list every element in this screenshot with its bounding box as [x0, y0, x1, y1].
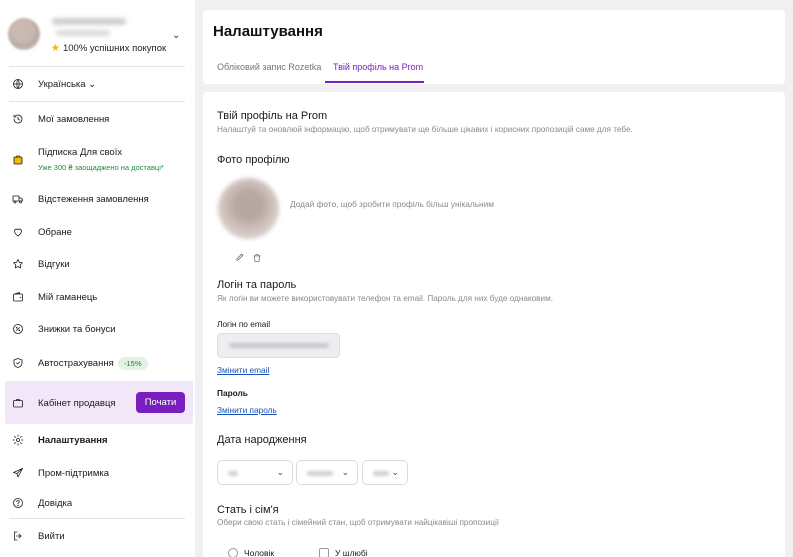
- sidebar-item-label: Підписка Для своїх: [38, 147, 123, 158]
- wallet-icon: [11, 290, 25, 304]
- select-value-blurred: [307, 471, 333, 476]
- birth-month-select[interactable]: ⌄: [296, 460, 358, 485]
- discount-icon: [11, 322, 25, 336]
- tab-prom-profile[interactable]: Твій профіль на Prom: [333, 62, 423, 72]
- active-tab-indicator: [325, 81, 424, 83]
- photo-section-title: Фото профілю: [217, 154, 290, 166]
- page-title: Налаштування: [213, 23, 323, 40]
- settings-header: Налаштування Обліковий запис Rozetka Тві…: [203, 10, 785, 84]
- email-label: Логін по email: [217, 319, 271, 329]
- chevron-down-icon: ⌄: [391, 467, 399, 477]
- login-section-subtitle: Як логін ви можете використовувати телеф…: [217, 294, 553, 303]
- divider: [9, 66, 185, 67]
- married-label: У шлюбі: [335, 548, 368, 557]
- chevron-down-icon[interactable]: ⌄: [172, 30, 180, 41]
- sidebar-item-wallet[interactable]: Мій гаманець: [0, 290, 195, 304]
- truck-icon: [11, 192, 25, 206]
- sidebar-item-label: Мої замовлення: [38, 113, 110, 125]
- user-contact-blurred: [56, 30, 110, 36]
- email-value-blurred: [229, 343, 329, 348]
- heart-icon: [11, 225, 25, 239]
- married-checkbox[interactable]: [319, 548, 329, 557]
- sidebar-item-label: Відстеження замовлення: [38, 193, 149, 205]
- chevron-down-icon: ⌄: [276, 467, 284, 477]
- user-name-blurred: [52, 18, 126, 25]
- star-outline-icon: [11, 257, 25, 271]
- briefcase-icon: [11, 396, 25, 410]
- user-rating: ★ 100% успішних покупок: [51, 43, 166, 54]
- photo-hint: Додай фото, щоб зробити профіль більш ун…: [290, 199, 494, 209]
- sidebar-item-favorites[interactable]: Обране: [0, 225, 195, 239]
- sidebar-item-label: Автострахування: [38, 357, 114, 369]
- select-value-blurred: [373, 471, 389, 476]
- gear-icon: [11, 433, 25, 447]
- divider: [9, 101, 185, 102]
- sidebar-item-label: Мій гаманець: [38, 291, 98, 303]
- family-section-subtitle: Обери свою стать і сімейний стан, щоб от…: [217, 518, 500, 527]
- gender-male-label: Чоловік: [244, 548, 275, 557]
- sidebar-item-label: Кабінет продавця: [38, 397, 116, 409]
- shield-icon: [11, 356, 25, 370]
- logout-icon: [11, 529, 25, 543]
- birth-year-select[interactable]: ⌄: [362, 460, 408, 485]
- family-section-title: Стать і сім'я: [217, 504, 279, 516]
- sidebar-item-discounts[interactable]: Знижки та бонуси: [0, 322, 195, 336]
- sidebar-item-reviews[interactable]: Відгуки: [0, 257, 195, 271]
- sidebar-item-label: Налаштування: [38, 434, 108, 446]
- trash-icon[interactable]: [252, 250, 262, 268]
- start-selling-button[interactable]: Почати: [136, 392, 185, 413]
- sidebar-item-tracking[interactable]: Відстеження замовлення: [0, 192, 195, 206]
- divider: [9, 518, 185, 519]
- sidebar-item-label: Відгуки: [38, 258, 70, 270]
- user-card[interactable]: ★ 100% успішних покупок ⌄: [0, 0, 195, 66]
- sidebar-item-label: Знижки та бонуси: [38, 323, 116, 335]
- gender-male-radio[interactable]: [228, 548, 238, 557]
- globe-icon: [11, 77, 25, 91]
- sidebar-item-settings[interactable]: Налаштування: [0, 433, 195, 447]
- birthdate-section-title: Дата народження: [217, 434, 307, 446]
- discount-badge: -15%: [118, 356, 148, 370]
- star-icon: ★: [51, 43, 60, 54]
- email-field: [217, 333, 340, 358]
- sidebar-item-insurance[interactable]: Автострахування -15%: [0, 356, 195, 370]
- select-value-blurred: [228, 471, 238, 476]
- sidebar-item-help[interactable]: Довідка: [0, 496, 195, 510]
- change-password-link[interactable]: Змінити пароль: [217, 405, 277, 415]
- profile-subtitle: Налаштуй та оновлюй інформацію, щоб отри…: [217, 125, 633, 134]
- rating-text: 100% успішних покупок: [62, 43, 167, 54]
- change-email-link[interactable]: Змінити email: [217, 365, 269, 375]
- subscription-icon: [11, 153, 25, 167]
- sidebar-item-label: Вийти: [38, 530, 65, 542]
- profile-title: Твій профіль на Prom: [217, 110, 328, 122]
- birth-day-select[interactable]: ⌄: [217, 460, 293, 485]
- sidebar-item-label: Обране: [38, 226, 72, 238]
- sidebar-item-subscription[interactable]: Підписка Для своїх Уже 300 ₴ заощаджено …: [0, 145, 195, 175]
- sidebar: ★ 100% успішних покупок ⌄ Українська ⌄ М…: [0, 0, 195, 557]
- language-selector[interactable]: Українська ⌄: [0, 77, 195, 91]
- login-section-title: Логін та пароль: [217, 279, 297, 291]
- pencil-icon[interactable]: [235, 249, 245, 267]
- help-icon: [11, 496, 25, 510]
- password-label: Пароль: [217, 388, 248, 398]
- profile-content: Твій профіль на Prom Налаштуй та оновлюй…: [203, 92, 785, 557]
- avatar: [8, 18, 40, 50]
- sidebar-item-orders[interactable]: Мої замовлення: [0, 112, 195, 126]
- subscription-savings: Уже 300 ₴ заощаджено на доставці*: [38, 163, 164, 172]
- history-icon: [11, 112, 25, 126]
- tab-rozetka-account[interactable]: Обліковий запис Rozetka: [217, 62, 321, 72]
- send-icon: [11, 466, 25, 480]
- sidebar-item-logout[interactable]: Вийти: [0, 529, 195, 543]
- chevron-down-icon: ⌄: [341, 467, 349, 477]
- sidebar-item-label: Довідка: [38, 497, 73, 509]
- profile-photo[interactable]: [218, 178, 279, 239]
- sidebar-item-label: Пром-підтримка: [38, 467, 110, 479]
- sidebar-item-support[interactable]: Пром-підтримка: [0, 466, 195, 480]
- language-label: Українська ⌄: [38, 78, 97, 90]
